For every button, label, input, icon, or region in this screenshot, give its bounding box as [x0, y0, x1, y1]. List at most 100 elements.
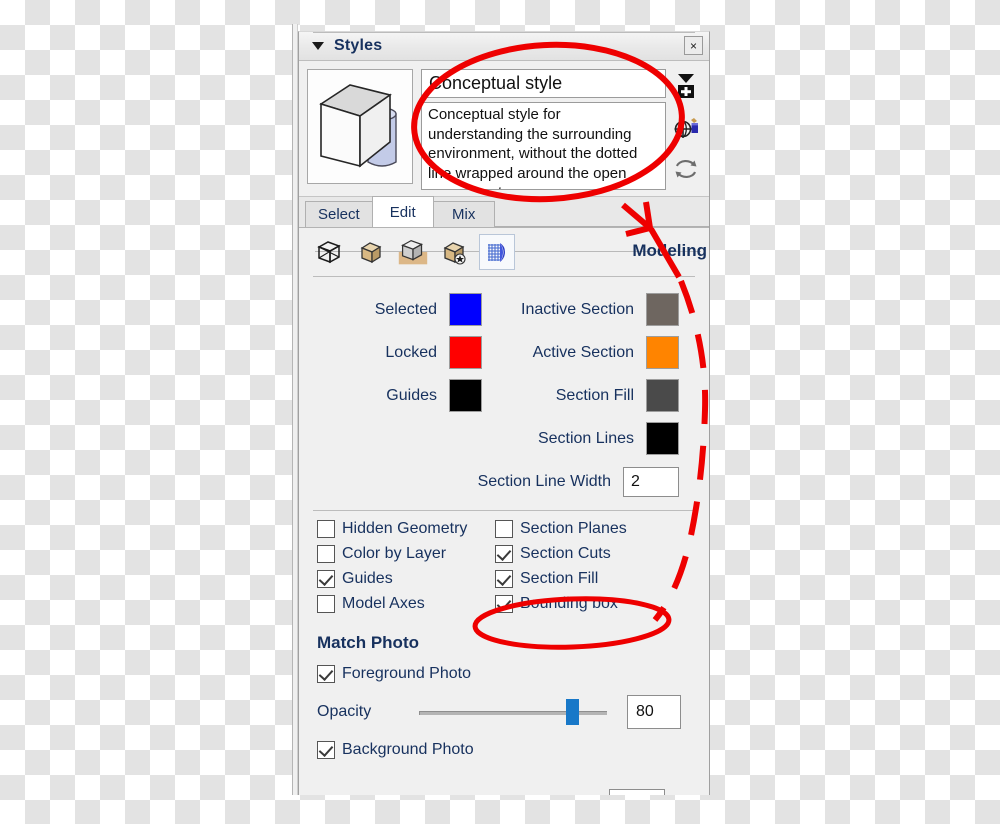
section-lines-color-field[interactable]: Section Lines: [482, 422, 709, 455]
foreground-photo-checkbox-box: [317, 665, 335, 683]
color-by-layer-checkbox-box: [317, 545, 335, 563]
opacity-slider-track: [419, 711, 607, 715]
foreground-photo-row: Foreground Photo: [317, 665, 709, 683]
hidden-geometry-checkbox-box: [317, 520, 335, 538]
display-options-section: Hidden Geometry Section Planes Color by …: [299, 510, 709, 621]
section-fill-color-label: Section Fill: [555, 386, 634, 404]
cube-star-icon: [443, 242, 466, 265]
page-title: Styles: [334, 37, 383, 54]
tab-select[interactable]: Select: [305, 201, 373, 227]
display-options-grid: Hidden Geometry Section Planes Color by …: [299, 520, 709, 613]
guides-label: Guides: [342, 570, 393, 587]
match-photo-top-divider: [313, 32, 695, 33]
section-cuts-label: Section Cuts: [520, 545, 611, 562]
refresh-arrows-icon: [675, 159, 697, 178]
section-fill-color-field[interactable]: Section Fill: [482, 379, 709, 412]
active-section-color-swatch[interactable]: [646, 336, 679, 369]
locked-color-label: Locked: [385, 343, 437, 361]
match-photo-section: Match Photo Foreground Photo Opacity 80: [299, 32, 709, 795]
inactive-section-color-swatch[interactable]: [646, 293, 679, 326]
watermark-settings-button[interactable]: [437, 234, 473, 270]
grid-sphere-icon: [488, 243, 505, 262]
section-fill-checkbox[interactable]: Section Fill: [495, 570, 709, 588]
style-description-input[interactable]: Conceptual style for understanding the s…: [421, 102, 666, 190]
modeling-settings-button[interactable]: [479, 234, 515, 270]
tab-edit[interactable]: Edit: [371, 196, 434, 227]
opacity-slider[interactable]: [419, 699, 607, 725]
opacity-input[interactable]: 80: [627, 695, 681, 729]
wireframe-cube-icon: [317, 241, 341, 264]
style-thumbnail[interactable]: [307, 69, 413, 184]
color-row-sectionlines: Section Lines: [299, 417, 709, 460]
create-new-style-button[interactable]: [672, 71, 700, 101]
color-by-layer-checkbox[interactable]: Color by Layer: [317, 545, 495, 563]
selected-color-swatch[interactable]: [449, 293, 482, 326]
section-fill-color-swatch[interactable]: [646, 379, 679, 412]
bounding-box-checkbox-box: [495, 595, 513, 613]
triangle-down-icon[interactable]: [312, 42, 324, 50]
active-section-color-field[interactable]: Active Section: [482, 336, 709, 369]
guides-color-field[interactable]: Guides: [317, 379, 482, 412]
hidden-geometry-label: Hidden Geometry: [342, 520, 468, 537]
model-axes-label: Model Axes: [342, 595, 425, 612]
section-cuts-checkbox[interactable]: Section Cuts: [495, 545, 709, 563]
section-fill-label: Section Fill: [520, 570, 599, 587]
foreground-photo-label: Foreground Photo: [342, 665, 471, 682]
hidden-geometry-checkbox[interactable]: Hidden Geometry: [317, 520, 495, 538]
tab-filler: [493, 200, 709, 227]
color-row-selected-inactive: Selected Inactive Section: [299, 288, 709, 331]
model-axes-checkbox[interactable]: Model Axes: [317, 595, 495, 613]
bounding-box-checkbox[interactable]: Bounding box: [495, 595, 709, 613]
colors-top-divider: [313, 276, 695, 277]
section-planes-label: Section Planes: [520, 520, 627, 537]
section-line-width-input[interactable]: 2: [623, 467, 679, 497]
style-fields: Conceptual style Conceptual style for un…: [421, 69, 666, 190]
section-lines-color-label: Section Lines: [537, 429, 634, 447]
background-settings-button[interactable]: [395, 234, 431, 270]
face-settings-button[interactable]: [353, 234, 389, 270]
color-row-locked-active: Locked Active Section: [299, 331, 709, 374]
guides-color-swatch[interactable]: [449, 379, 482, 412]
shaded-cube-icon: [360, 242, 382, 264]
opacity-slider-thumb[interactable]: [565, 699, 579, 725]
panel-titlebar: Styles ×: [299, 32, 709, 61]
background-photo-checkbox[interactable]: Background Photo: [317, 741, 474, 759]
update-style-with-model-changes-button[interactable]: [672, 113, 700, 143]
edge-settings-button[interactable]: [311, 234, 347, 270]
guides-checkbox[interactable]: Guides: [317, 570, 495, 588]
color-settings-section: Selected Inactive Section Locked Active …: [299, 276, 709, 510]
section-lines-color-swatch[interactable]: [646, 422, 679, 455]
partial-input-below-fold[interactable]: [609, 789, 665, 795]
section-fill-checkbox-box: [495, 570, 513, 588]
style-name-input[interactable]: Conceptual style: [421, 69, 666, 99]
foreground-photo-checkbox[interactable]: Foreground Photo: [317, 665, 471, 683]
style-tab-bar: Select Edit Mix: [299, 196, 709, 228]
style-thumbnail-image: [319, 84, 397, 168]
selected-color-field[interactable]: Selected: [317, 293, 482, 326]
opacity-row: Opacity 80: [317, 695, 709, 729]
refresh-style-button[interactable]: [672, 154, 700, 184]
match-photo-heading: Match Photo: [317, 633, 419, 652]
color-row-guides-sectionfill: Guides Section Fill: [299, 374, 709, 417]
section-line-width-field: Section Line Width 2: [299, 460, 709, 504]
section-planes-checkbox-box: [495, 520, 513, 538]
style-header: Conceptual style Conceptual style for un…: [299, 61, 709, 197]
inactive-section-color-label: Inactive Section: [521, 300, 634, 318]
checkboxes-top-divider: [313, 510, 695, 511]
locked-color-swatch[interactable]: [449, 336, 482, 369]
selected-color-label: Selected: [374, 300, 437, 318]
edit-toolbar: Modeling: [299, 228, 709, 276]
style-side-buttons: [669, 69, 703, 190]
section-line-width-label: Section Line Width: [477, 473, 611, 490]
inactive-section-color-field[interactable]: Inactive Section: [482, 293, 709, 326]
opacity-label: Opacity: [317, 703, 372, 720]
bounding-box-label: Bounding box: [520, 595, 618, 612]
grey-cube-icon: [398, 239, 428, 265]
locked-color-field[interactable]: Locked: [317, 336, 482, 369]
background-photo-row: Background Photo: [317, 741, 709, 759]
triangle-plus-icon: [678, 74, 694, 99]
close-icon[interactable]: ×: [684, 36, 703, 55]
globe-paint-bucket-icon: [674, 118, 698, 139]
tab-mix[interactable]: Mix: [432, 201, 495, 227]
section-planes-checkbox[interactable]: Section Planes: [495, 520, 709, 538]
